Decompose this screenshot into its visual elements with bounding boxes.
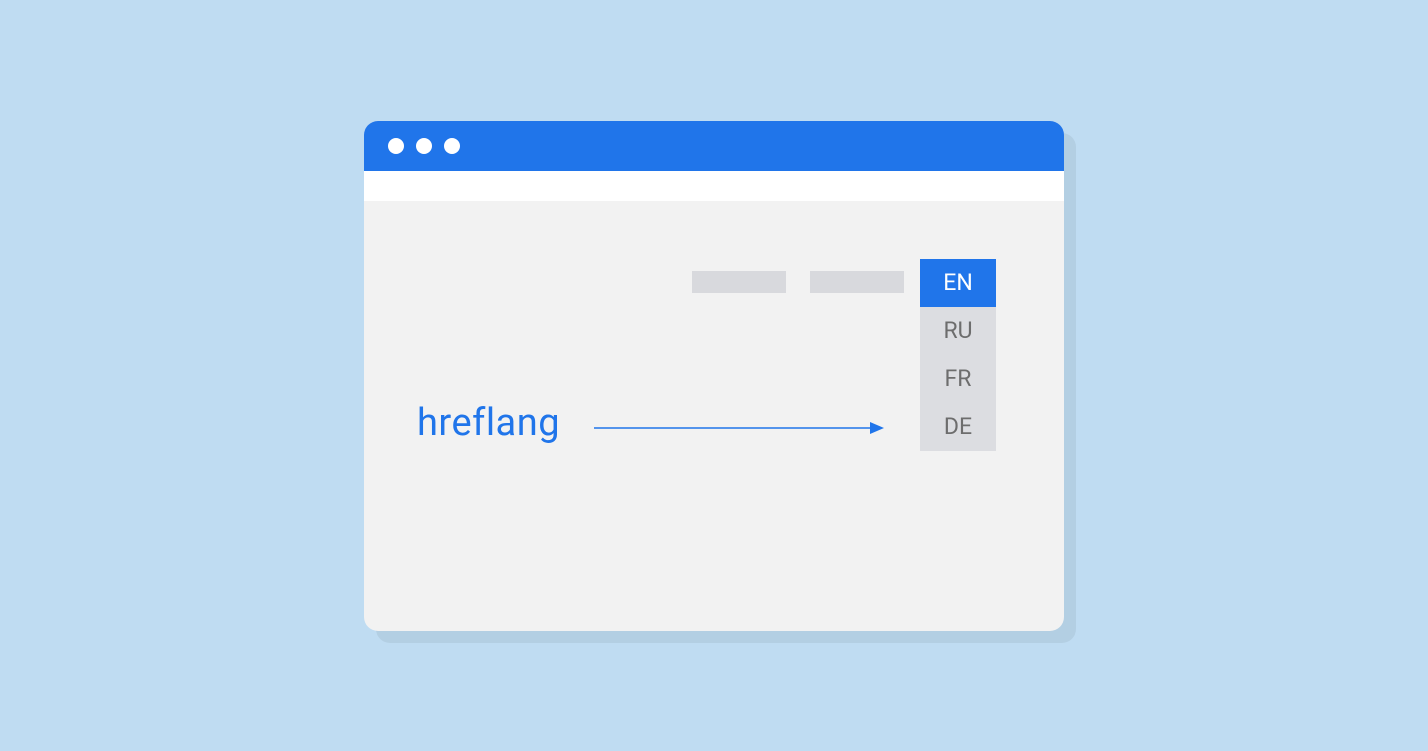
nav-placeholder — [692, 271, 786, 293]
language-option-en[interactable]: EN — [920, 259, 996, 307]
window-control-dot[interactable] — [444, 138, 460, 154]
hreflang-label: hreflang — [417, 401, 560, 445]
language-option-de[interactable]: DE — [920, 403, 996, 451]
page-content: EN RU FR DE hreflang — [364, 201, 1064, 631]
language-dropdown[interactable]: EN RU FR DE — [920, 259, 996, 451]
nav-placeholder — [810, 271, 904, 293]
language-option-fr[interactable]: FR — [920, 355, 996, 403]
window-control-dot[interactable] — [388, 138, 404, 154]
arrow-icon — [594, 420, 884, 436]
address-bar — [364, 171, 1064, 201]
browser-window: EN RU FR DE hreflang — [364, 121, 1064, 631]
nav-placeholder-strip — [692, 271, 904, 293]
window-titlebar — [364, 121, 1064, 171]
language-option-ru[interactable]: RU — [920, 307, 996, 355]
window-control-dot[interactable] — [416, 138, 432, 154]
